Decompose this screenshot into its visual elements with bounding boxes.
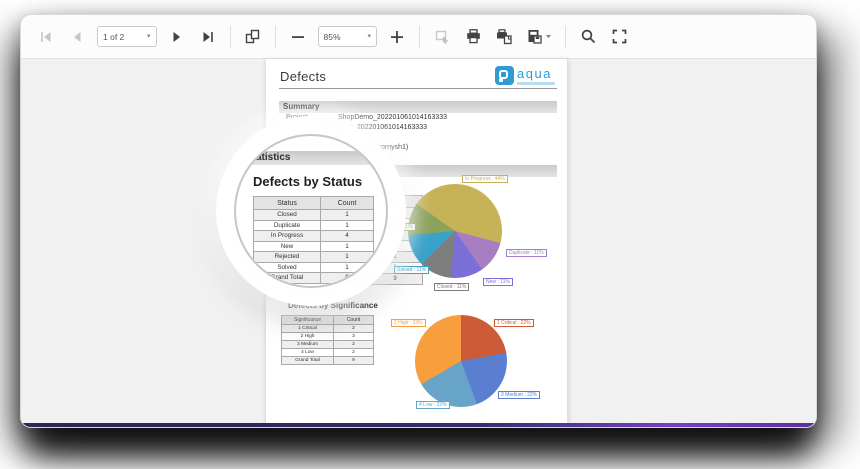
viewer-toolbar: 1 of 2 ▾ 85% ▾ bbox=[21, 15, 816, 59]
pie-label-critical: 1 Critical : 22% bbox=[494, 319, 534, 327]
table-row: Grand Total9 bbox=[282, 357, 374, 365]
zoom-level-select[interactable]: 85% ▾ bbox=[318, 26, 378, 47]
export-save-icon bbox=[526, 28, 552, 45]
toolbar-separator bbox=[275, 26, 276, 48]
print-button[interactable] bbox=[462, 26, 484, 48]
summary-row-value: ShopDemo_202201061014163333 bbox=[318, 124, 427, 132]
report-viewer-window: 1 of 2 ▾ 85% ▾ bbox=[20, 14, 817, 428]
pie-label-closed: Closed : 11% bbox=[434, 283, 469, 291]
aqua-logo-text: aqua bbox=[517, 67, 555, 80]
table-row: 1 Critical2 bbox=[282, 325, 374, 333]
first-page-icon bbox=[38, 29, 54, 45]
aqua-logo: aqua bbox=[495, 66, 555, 85]
last-page-button[interactable] bbox=[197, 26, 219, 48]
pie-label-high: 2 High : 33% bbox=[391, 319, 426, 327]
table-row: Rejected1 bbox=[254, 252, 374, 263]
fullscreen-button[interactable] bbox=[608, 26, 630, 48]
table-row: New1 bbox=[254, 241, 374, 252]
pan-select-button[interactable] bbox=[431, 26, 453, 48]
table-header-row: Significance Count bbox=[282, 316, 374, 325]
pie-label-in-progress: In Progress : 44% bbox=[462, 175, 508, 183]
zoom-out-button[interactable] bbox=[287, 26, 309, 48]
table-row: 3 Medium2 bbox=[282, 341, 374, 349]
table-row: Duplicate1 bbox=[254, 220, 374, 231]
pie-label-low: 4 Low : 22% bbox=[416, 401, 450, 409]
document-viewer-area[interactable]: Defects aqua Summary Project ShopDemo_20… bbox=[21, 59, 816, 423]
search-button[interactable] bbox=[577, 26, 599, 48]
table-row: In Progress4 bbox=[254, 231, 374, 242]
summary-row-value: ShopDemo_202201061014163333 bbox=[338, 114, 447, 122]
zoom-level-value: 85% bbox=[324, 32, 364, 42]
next-page-button[interactable] bbox=[166, 26, 188, 48]
significance-pie-chart bbox=[415, 315, 507, 407]
pie-label-new: New : 11% bbox=[483, 278, 513, 286]
table-row: Grand Total9 bbox=[254, 273, 374, 284]
first-page-button[interactable] bbox=[35, 26, 57, 48]
toolbar-separator bbox=[230, 26, 231, 48]
table-row: 4 Low2 bbox=[282, 349, 374, 357]
print-page-icon bbox=[495, 28, 513, 45]
title-divider bbox=[279, 88, 557, 89]
table-row: Closed1 bbox=[254, 210, 374, 221]
toolbar-separator bbox=[565, 26, 566, 48]
fullscreen-icon bbox=[611, 28, 628, 45]
significance-table: Significance Count 1 Critical2 2 High3 3… bbox=[281, 315, 374, 365]
aqua-logo-mark-icon bbox=[495, 66, 514, 85]
pie-label-duplicate: Duplicate : 11% bbox=[506, 249, 547, 257]
pan-select-icon bbox=[434, 28, 451, 45]
window-bottom-accent-bar bbox=[21, 423, 816, 427]
zoom-out-icon bbox=[291, 30, 305, 44]
pie-label-medium: 3 Medium : 22% bbox=[498, 391, 540, 399]
lens-statistics-header: Statistics bbox=[236, 151, 388, 165]
status-pie-chart bbox=[408, 184, 502, 278]
page-indicator-value: 1 of 2 bbox=[103, 32, 143, 42]
lens-status-chart-title: Defects by Status bbox=[253, 174, 362, 189]
zoom-in-button[interactable] bbox=[386, 26, 408, 48]
table-header-row: Status Count bbox=[254, 197, 374, 210]
summary-row-label: Project bbox=[286, 114, 308, 122]
aqua-logo-tagline bbox=[517, 82, 555, 85]
summary-section-header: Summary bbox=[279, 101, 557, 113]
report-title: Defects bbox=[280, 69, 326, 84]
export-save-button[interactable] bbox=[524, 26, 554, 48]
magnifier-lens: Statistics Defects by Status Status Coun… bbox=[234, 134, 388, 288]
previous-page-icon bbox=[69, 29, 85, 45]
print-icon bbox=[465, 28, 482, 45]
chevron-down-icon: ▾ bbox=[368, 33, 372, 40]
page-thumbnails-icon bbox=[244, 28, 261, 45]
pie-label-solved: Solved : 11% bbox=[394, 266, 429, 274]
toolbar-separator bbox=[419, 26, 420, 48]
previous-page-button[interactable] bbox=[66, 26, 88, 48]
next-page-icon bbox=[169, 29, 185, 45]
table-row: 2 High3 bbox=[282, 333, 374, 341]
screenshot-stage: 1 of 2 ▾ 85% ▾ bbox=[0, 0, 860, 469]
chevron-down-icon: ▾ bbox=[147, 33, 151, 40]
page-indicator-select[interactable]: 1 of 2 ▾ bbox=[97, 26, 157, 47]
last-page-icon bbox=[200, 29, 216, 45]
significance-chart-title: Defects by Significance bbox=[288, 301, 378, 310]
page-thumbnails-button[interactable] bbox=[242, 26, 264, 48]
lens-status-table: Status Count Closed1 Duplicate1 In Progr… bbox=[253, 196, 374, 284]
table-row: Solved1 bbox=[254, 262, 374, 273]
search-icon bbox=[580, 28, 597, 45]
zoom-in-icon bbox=[390, 30, 404, 44]
print-page-button[interactable] bbox=[493, 26, 515, 48]
